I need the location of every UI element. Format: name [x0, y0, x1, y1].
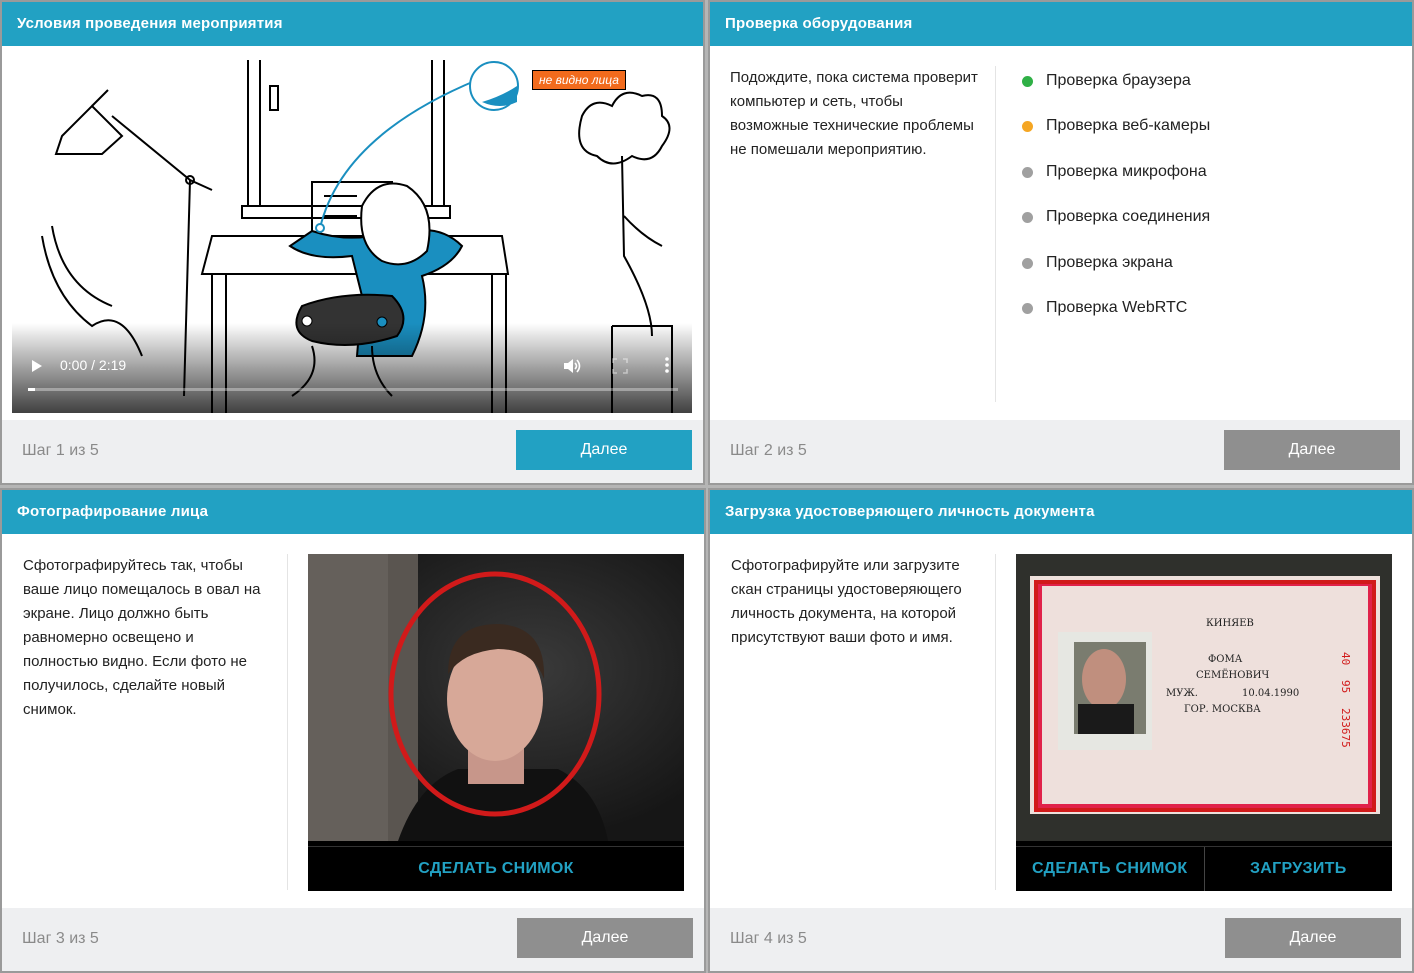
- upload-button[interactable]: ЗАГРУЗИТЬ: [1203, 847, 1392, 891]
- passport-birth-place: ГОР. МОСКВА: [1184, 704, 1261, 715]
- video-progress-bar[interactable]: [28, 388, 678, 391]
- check-item: Проверка микрофона: [1022, 163, 1210, 208]
- check-item: Проверка соединения: [1022, 208, 1210, 253]
- step-indicator: Шаг 4 из 5: [730, 930, 807, 947]
- panel-footer: Шаг 1 из 5 Далее: [2, 420, 703, 483]
- passport-name: ФОМА: [1208, 654, 1243, 665]
- divider: [995, 66, 996, 402]
- check-item: Проверка веб-камеры: [1022, 117, 1210, 162]
- wizard-grid: Условия проведения мероприятия не видно …: [0, 0, 1414, 973]
- step-indicator: Шаг 3 из 5: [22, 930, 99, 947]
- panel-footer: Шаг 3 из 5 Далее: [2, 908, 704, 971]
- passport-birth-date: 10.04.1990: [1242, 688, 1299, 699]
- document-feed: КИНЯЕВ ФОМА СЕМЁНОВИЧ МУЖ. 10.04.1990 ГО…: [1016, 554, 1392, 841]
- check-label: Проверка экрана: [1046, 253, 1173, 271]
- divider: [995, 554, 996, 890]
- volume-icon[interactable]: [562, 356, 582, 376]
- panel-description: Подождите, пока система проверит компьют…: [730, 69, 978, 158]
- panel-description: Сфотографируйте или загрузите скан стран…: [731, 557, 962, 646]
- panel-conditions: Условия проведения мероприятия не видно …: [0, 0, 705, 485]
- next-button[interactable]: Далее: [1225, 918, 1401, 958]
- check-item: Проверка браузера: [1022, 72, 1210, 117]
- check-label: Проверка веб-камеры: [1046, 117, 1211, 135]
- status-dot-icon: [1022, 166, 1033, 178]
- passport-series-1: 40: [1339, 652, 1352, 665]
- panel-footer: Шаг 4 из 5 Далее: [710, 908, 1412, 971]
- panel-face-photo: Фотографирование лица Сфотографируйтесь …: [0, 488, 706, 973]
- passport-sex: МУЖ.: [1166, 688, 1198, 699]
- panel-id-document: Загрузка удостоверяющего личность докуме…: [708, 488, 1414, 973]
- next-button[interactable]: Далее: [517, 918, 693, 958]
- passport-patronymic: СЕМЁНОВИЧ: [1196, 669, 1269, 681]
- status-dot-icon: [1022, 302, 1033, 314]
- check-item: Проверка WebRTC: [1022, 299, 1210, 344]
- passport-surname: КИНЯЕВ: [1206, 618, 1254, 629]
- check-item: Проверка экрана: [1022, 254, 1210, 299]
- check-label: Проверка соединения: [1046, 208, 1211, 226]
- next-button[interactable]: Далее: [516, 430, 692, 470]
- passport-series-2: 95: [1339, 680, 1352, 693]
- document-camera-view: КИНЯЕВ ФОМА СЕМЁНОВИЧ МУЖ. 10.04.1990 ГО…: [1016, 554, 1392, 891]
- take-snapshot-button[interactable]: СДЕЛАТЬ СНИМОК: [308, 847, 684, 891]
- check-label: Проверка браузера: [1046, 72, 1191, 89]
- more-options-icon[interactable]: [662, 355, 672, 375]
- take-snapshot-button[interactable]: СДЕЛАТЬ СНИМОК: [1016, 847, 1204, 891]
- step-indicator: Шаг 2 из 5: [730, 442, 807, 459]
- check-label: Проверка микрофона: [1046, 162, 1207, 180]
- panel-footer: Шаг 2 из 5 Далее: [710, 420, 1412, 483]
- divider: [287, 554, 288, 890]
- video-controls: 0:00 / 2:19: [12, 323, 692, 413]
- passport-number: 233675: [1339, 708, 1352, 748]
- panel-description: Сфотографируйтесь так, чтобы ваше лицо п…: [23, 557, 261, 718]
- play-icon[interactable]: [30, 359, 44, 373]
- status-dot-icon: [1022, 121, 1033, 133]
- step-indicator: Шаг 1 из 5: [22, 442, 99, 459]
- check-label: Проверка WebRTC: [1046, 298, 1188, 316]
- video-player[interactable]: не видно лица 0:00 / 2:19: [12, 56, 692, 413]
- webcam-image: [308, 554, 608, 841]
- status-dot-icon: [1022, 76, 1033, 87]
- fullscreen-icon[interactable]: [612, 358, 628, 374]
- camera-actions: СДЕЛАТЬ СНИМОК ЗАГРУЗИТЬ: [1016, 846, 1392, 891]
- next-button[interactable]: Далее: [1224, 430, 1400, 470]
- camera-actions: СДЕЛАТЬ СНИМОК: [308, 846, 684, 891]
- panel-title: Условия проведения мероприятия: [2, 2, 703, 46]
- panel-title: Проверка оборудования: [710, 2, 1412, 46]
- status-dot-icon: [1022, 212, 1033, 224]
- webcam-view: СДЕЛАТЬ СНИМОК: [308, 554, 684, 891]
- status-dot-icon: [1022, 257, 1033, 269]
- no-face-badge: не видно лица: [532, 70, 626, 90]
- check-list: Проверка браузера Проверка веб-камеры Пр…: [1022, 72, 1210, 344]
- panel-equipment-check: Проверка оборудования Подождите, пока си…: [708, 0, 1414, 485]
- webcam-feed: [308, 554, 684, 841]
- panel-title: Фотографирование лица: [2, 490, 704, 534]
- panel-title: Загрузка удостоверяющего личность докуме…: [710, 490, 1412, 534]
- passport-image: КИНЯЕВ ФОМА СЕМЁНОВИЧ МУЖ. 10.04.1990 ГО…: [1016, 554, 1392, 841]
- video-time: 0:00 / 2:19: [60, 357, 127, 373]
